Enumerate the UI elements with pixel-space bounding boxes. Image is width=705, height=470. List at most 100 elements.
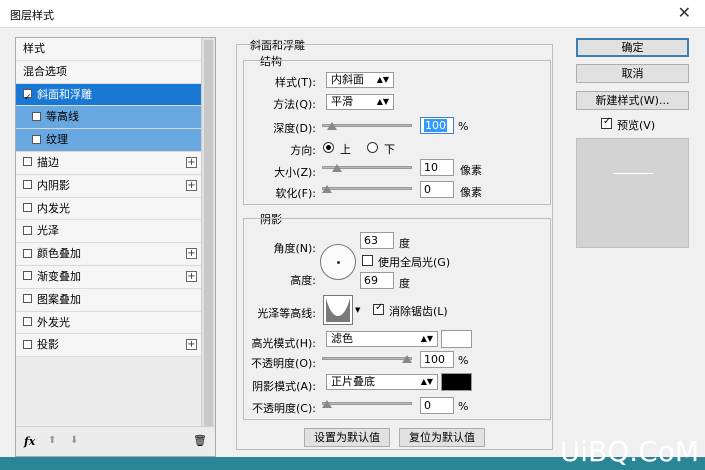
dropdown-arrow-icon[interactable]: ▼ [355, 306, 360, 314]
style-item-checkbox[interactable] [23, 248, 32, 258]
preview-checkbox[interactable] [601, 116, 612, 129]
add-effect-icon[interactable]: + [186, 339, 197, 351]
shadow-opacity-label: 不透明度(C): [252, 402, 316, 415]
style-item[interactable]: 描边 + [16, 151, 202, 175]
style-item[interactable]: 渐变叠加 + [16, 265, 202, 289]
depth-unit: % [458, 120, 469, 133]
technique-select[interactable]: 平滑 ▲▼ [326, 94, 394, 110]
updown-arrow-icon: ▲▼ [420, 334, 433, 343]
shadow-color-swatch[interactable] [441, 373, 472, 391]
style-item[interactable]: 颜色叠加 + [16, 243, 202, 266]
style-item-checkbox[interactable] [23, 294, 32, 304]
reset-default-button[interactable]: 复位为默认值 [399, 428, 485, 447]
style-item-checkbox[interactable] [23, 339, 32, 349]
trash-icon[interactable]: 🗑 [193, 434, 207, 447]
highlight-mode-label: 高光模式(H): [251, 337, 316, 350]
soften-input[interactable]: 0 [420, 181, 454, 198]
style-item-checkbox[interactable] [23, 180, 32, 190]
add-effect-icon[interactable]: + [186, 179, 197, 191]
fx-icon[interactable]: fx [24, 435, 35, 448]
preview-swatch-line [613, 173, 653, 174]
style-item-label: 样式 [23, 42, 45, 55]
antialias-checkbox[interactable] [373, 302, 384, 315]
style-item[interactable]: 斜面和浮雕 [16, 83, 202, 109]
ok-button[interactable]: 确定 [576, 38, 689, 57]
style-item-checkbox[interactable] [23, 317, 32, 327]
dialog-title: 图层样式 [10, 9, 54, 22]
styles-panel: 样式混合选项斜面和浮雕等高线纹理描边 + 内阴影 + 内发光光泽颜色叠加 + 渐变叠加 + 图案… [15, 37, 216, 457]
style-item-checkbox[interactable] [23, 157, 32, 167]
style-item[interactable]: 投影 + [16, 334, 202, 358]
angle-dial[interactable] [320, 244, 356, 280]
global-light-label[interactable]: 使用全局光(G) [378, 254, 450, 270]
style-item-checkbox[interactable] [23, 225, 32, 235]
slider-thumb[interactable] [322, 185, 332, 193]
cancel-button[interactable]: 取消 [576, 64, 689, 83]
angle-label: 角度(N): [273, 242, 316, 255]
preview-label[interactable]: 预览(V) [617, 117, 655, 133]
slider-thumb[interactable] [322, 400, 332, 408]
angle-input[interactable]: 63 [360, 232, 394, 249]
style-item[interactable]: 图案叠加 [16, 288, 202, 312]
style-item-checkbox[interactable] [23, 271, 32, 281]
style-item[interactable]: 内阴影 + [16, 174, 202, 198]
size-slider[interactable] [322, 162, 412, 172]
styles-scrollbar-thumb[interactable] [204, 40, 213, 426]
soften-slider[interactable] [322, 183, 412, 193]
style-item[interactable]: 混合选项 [16, 60, 202, 84]
style-item[interactable]: 等高线 [16, 106, 202, 130]
style-select-value: 内斜面 [331, 73, 364, 86]
antialias-label[interactable]: 消除锯齿(L) [389, 303, 448, 319]
style-item[interactable]: 样式 [16, 38, 202, 61]
style-item-checkbox[interactable] [32, 111, 41, 121]
direction-up-radio[interactable] [323, 142, 334, 153]
style-item-label: 投影 [37, 338, 59, 352]
style-item[interactable]: 光泽 [16, 220, 202, 244]
style-item-checkbox[interactable] [23, 87, 32, 109]
add-effect-icon[interactable]: + [186, 270, 197, 282]
direction-up-label[interactable]: 上 [340, 141, 351, 157]
style-item-label: 纹理 [46, 133, 68, 147]
style-item-label: 内发光 [37, 201, 70, 215]
soften-label: 软化(F): [275, 187, 316, 200]
depth-slider[interactable] [322, 120, 412, 130]
style-item-label: 光泽 [37, 224, 59, 238]
highlight-mode-select[interactable]: 滤色 ▲▼ [326, 331, 438, 347]
direction-down-label[interactable]: 下 [384, 141, 395, 157]
highlight-color-swatch[interactable] [441, 330, 472, 348]
styles-scrollbar[interactable] [201, 38, 215, 428]
shadow-opacity-input[interactable]: 0 [420, 397, 454, 414]
size-input[interactable]: 10 [420, 159, 454, 176]
highlight-opacity-label: 不透明度(O): [251, 357, 316, 370]
slider-thumb[interactable] [331, 164, 342, 172]
altitude-input[interactable]: 69 [360, 272, 394, 289]
style-item-label: 颜色叠加 [37, 247, 81, 261]
style-item[interactable]: 外发光 [16, 311, 202, 335]
depth-input[interactable]: 100 [420, 117, 454, 134]
style-item[interactable]: 纹理 [16, 129, 202, 152]
move-up-icon[interactable]: ⬆ [48, 435, 56, 446]
slider-thumb[interactable] [326, 122, 337, 130]
shadow-opacity-slider[interactable] [322, 398, 412, 408]
highlight-opacity-slider[interactable] [322, 353, 412, 363]
gloss-contour-picker[interactable] [323, 295, 353, 325]
shadow-mode-select[interactable]: 正片叠底 ▲▼ [326, 374, 438, 390]
style-select[interactable]: 内斜面 ▲▼ [326, 72, 394, 88]
set-default-button[interactable]: 设置为默认值 [304, 428, 390, 447]
highlight-opacity-input[interactable]: 100 [420, 351, 454, 368]
direction-down-radio[interactable] [367, 142, 378, 153]
add-effect-icon[interactable]: + [186, 156, 197, 168]
close-icon[interactable]: ✕ [678, 3, 691, 22]
style-item-checkbox[interactable] [32, 134, 41, 144]
style-item[interactable]: 内发光 [16, 197, 202, 221]
global-light-checkbox[interactable] [362, 255, 373, 266]
size-unit: 像素 [460, 164, 482, 177]
move-down-icon[interactable]: ⬇ [70, 435, 78, 446]
altitude-label: 高度: [290, 274, 316, 287]
shadow-mode-label: 阴影模式(A): [252, 380, 316, 393]
new-style-button[interactable]: 新建样式(W)... [576, 91, 689, 110]
slider-thumb[interactable] [402, 355, 412, 363]
style-item-label: 外发光 [37, 315, 70, 329]
add-effect-icon[interactable]: + [186, 248, 197, 260]
style-item-checkbox[interactable] [23, 203, 32, 213]
